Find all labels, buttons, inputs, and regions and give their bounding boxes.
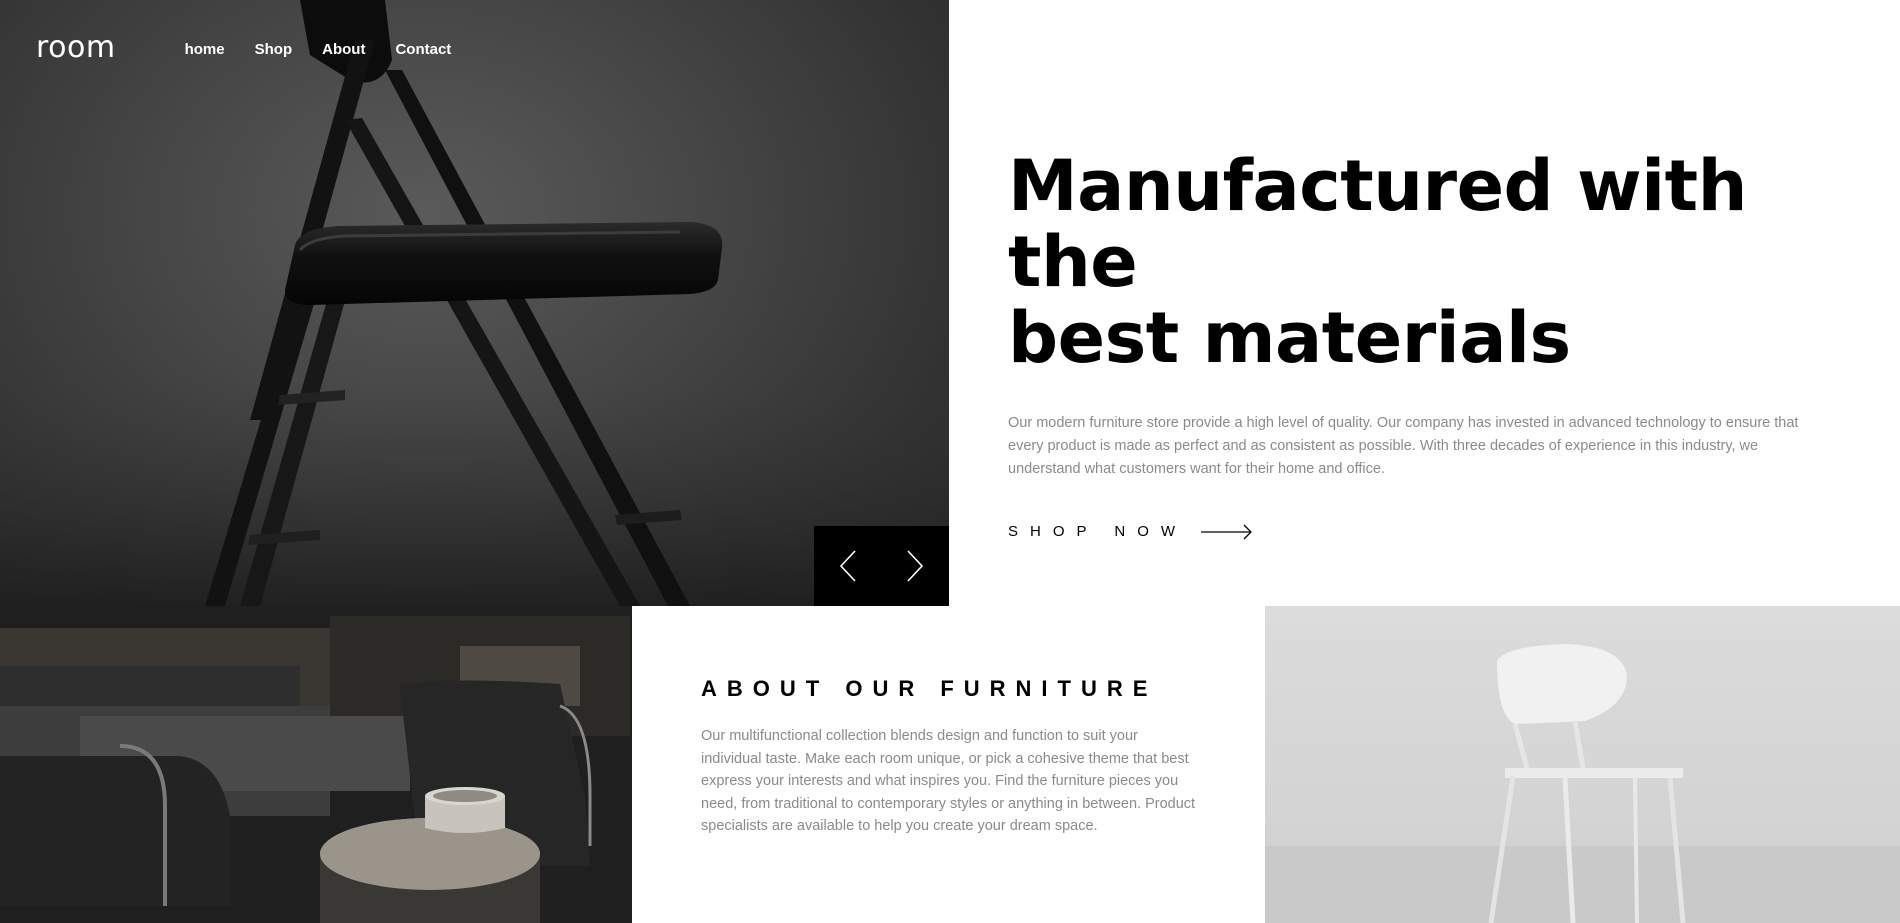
about-image-dark-room: [0, 606, 632, 923]
shop-now-button[interactable]: SHOP NOW: [1008, 523, 1838, 540]
white-chair-illustration: [1265, 644, 1900, 923]
folding-chair-illustration: [0, 0, 949, 606]
nav-link-contact[interactable]: Contact: [395, 41, 451, 58]
arrow-right-icon: [1201, 524, 1252, 539]
about-content: ABOUT OUR FURNITURE Our multifunctional …: [701, 676, 1201, 838]
hero-image-chair: [0, 0, 949, 606]
hero-title-line-2: best materials: [1008, 297, 1571, 379]
logo[interactable]: room: [36, 30, 116, 65]
hero-description: Our modern furniture store provide a hig…: [1008, 415, 1799, 477]
about-image-white-chair: [1265, 606, 1900, 923]
nav-links: home Shop About Contact: [185, 41, 482, 58]
about-description: Our multifunctional collection blends de…: [701, 728, 1196, 834]
slider-controls: [814, 526, 949, 606]
chevron-left-icon: [839, 550, 856, 582]
main-nav: room home Shop About Contact: [36, 30, 481, 65]
slider-next-button[interactable]: [882, 526, 950, 606]
dark-living-room-illustration: [0, 606, 632, 923]
hero-title-line-1: Manufactured with the: [1008, 145, 1747, 303]
nav-link-shop[interactable]: Shop: [255, 41, 293, 58]
about-title: ABOUT OUR FURNITURE: [701, 676, 1158, 701]
nav-link-about[interactable]: About: [322, 41, 365, 58]
shop-now-label: SHOP NOW: [1008, 523, 1188, 540]
nav-link-home[interactable]: home: [185, 41, 225, 58]
slider-prev-button[interactable]: [814, 526, 882, 606]
chevron-right-icon: [907, 550, 924, 582]
hero-content: Manufactured with the best materials Our…: [1008, 148, 1838, 540]
hero-title: Manufactured with the best materials: [1008, 148, 1838, 376]
